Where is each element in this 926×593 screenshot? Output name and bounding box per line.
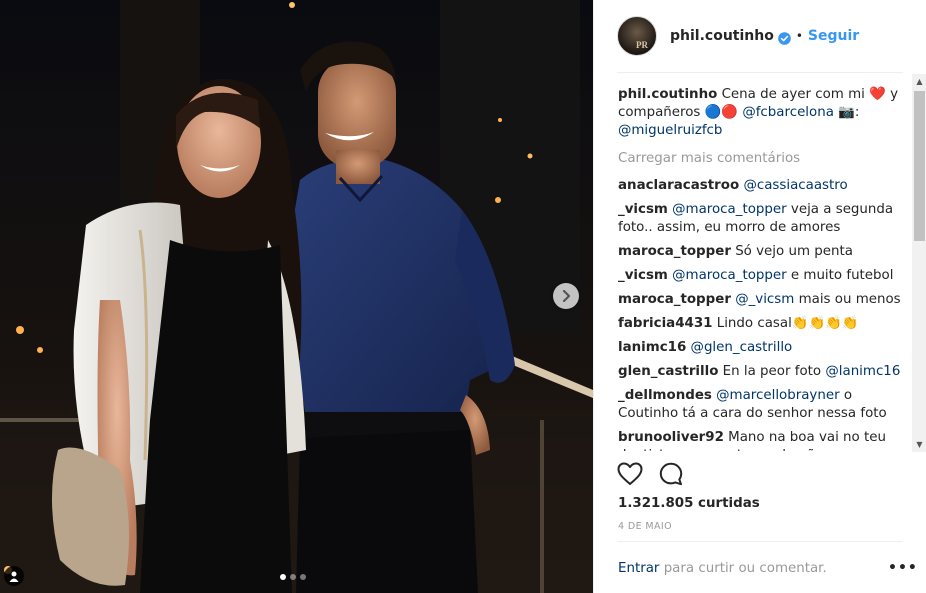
comment-username[interactable]: glen_castrillo bbox=[618, 364, 718, 379]
heart-emoji: ❤️ bbox=[869, 87, 886, 102]
caption-mention-photographer[interactable]: @miguelruizfcb bbox=[618, 123, 722, 138]
camera-emoji: 📷 bbox=[838, 105, 855, 120]
comment-mention[interactable]: @_vicsm bbox=[735, 292, 794, 307]
comment-text: mais ou menos bbox=[798, 292, 901, 307]
scroll-up-arrow-icon[interactable]: ▲ bbox=[912, 74, 926, 89]
post-date[interactable]: 4 DE MAIO bbox=[618, 521, 672, 532]
header-separator: • bbox=[795, 29, 803, 43]
list-item: lanimc16 @glen_castrillo bbox=[618, 339, 906, 357]
post-header: PR phil.coutinho • Seguir bbox=[594, 0, 926, 72]
comment-mention[interactable]: @glen_castrillo bbox=[691, 340, 793, 355]
caption-username[interactable]: phil.coutinho bbox=[618, 87, 717, 102]
comment-text: e muito futebol bbox=[790, 268, 894, 283]
red-circle-emoji: 🔴 bbox=[721, 105, 739, 120]
carousel-dot bbox=[300, 574, 306, 580]
comment-username[interactable]: _dellmondes bbox=[618, 388, 712, 403]
comment-button[interactable] bbox=[659, 462, 683, 490]
verified-badge-icon bbox=[778, 30, 791, 45]
post-side-panel: PR phil.coutinho • Seguir phil.coutinho … bbox=[593, 0, 926, 593]
login-prompt-text: para curtir ou comentar. bbox=[663, 561, 827, 576]
list-item: _dellmondes @marcellobrayner o Coutinho … bbox=[618, 387, 906, 423]
heart-icon bbox=[617, 462, 643, 485]
post-actions bbox=[617, 462, 683, 490]
login-link[interactable]: Entrar bbox=[618, 561, 659, 576]
comment-username[interactable]: maroca_topper bbox=[618, 244, 731, 259]
list-item: maroca_topper Só vejo um penta bbox=[618, 243, 906, 261]
comments-list: phil.coutinho Cena de ayer com mi ❤️ y c… bbox=[618, 86, 906, 451]
comment-username[interactable]: fabricia4431 bbox=[618, 316, 712, 331]
post-photo[interactable] bbox=[0, 0, 593, 593]
comment-text: En la peor foto bbox=[722, 364, 822, 379]
list-item: maroca_topper @_vicsm mais ou menos bbox=[618, 291, 906, 309]
load-more-comments-button[interactable]: Carregar mais comentários bbox=[618, 150, 906, 168]
comment-text: Só vejo um penta bbox=[735, 244, 853, 259]
caption-mention-club[interactable]: @fcbarcelona bbox=[742, 105, 834, 120]
user-tag-button[interactable] bbox=[4, 566, 24, 586]
blue-circle-emoji: 🔵 bbox=[704, 105, 722, 120]
comments-scrollbar[interactable]: ▲ ▼ bbox=[912, 74, 926, 452]
header-divider bbox=[617, 72, 903, 73]
comment-text: Lindo casal👏👏👏👏 bbox=[716, 316, 859, 331]
follow-button[interactable]: Seguir bbox=[808, 28, 859, 44]
comment-username[interactable]: brunooliver92 bbox=[618, 430, 724, 445]
comment-mention[interactable]: @marcellobrayner bbox=[716, 388, 839, 403]
carousel-dot-active bbox=[280, 574, 286, 580]
more-options-button[interactable]: ••• bbox=[888, 560, 918, 576]
list-item: _vicsm @maroca_topper e muito futebol bbox=[618, 267, 906, 285]
avatar[interactable]: PR bbox=[617, 16, 657, 56]
login-prompt: Entrar para curtir ou comentar. bbox=[618, 561, 827, 576]
user-tag-icon bbox=[9, 567, 19, 586]
comment-mention[interactable]: @cassiacaastro bbox=[743, 178, 847, 193]
scroll-down-arrow-icon[interactable]: ▼ bbox=[912, 437, 926, 452]
comment-mention[interactable]: @maroca_topper bbox=[672, 202, 787, 217]
list-item: fabricia4431 Lindo casal👏👏👏👏 bbox=[618, 315, 906, 333]
caption-text-before: Cena de ayer com mi bbox=[721, 87, 865, 102]
next-photo-button[interactable] bbox=[553, 283, 579, 309]
caption: phil.coutinho Cena de ayer com mi ❤️ y c… bbox=[618, 86, 906, 140]
caption-colon: : bbox=[854, 105, 860, 120]
comment-username[interactable]: _vicsm bbox=[618, 268, 668, 283]
footer-divider bbox=[617, 541, 903, 542]
carousel-dot bbox=[290, 574, 296, 580]
comment-username[interactable]: maroca_topper bbox=[618, 292, 731, 307]
carousel-indicator bbox=[280, 574, 306, 580]
comment-mention[interactable]: @lanimc16 bbox=[825, 364, 900, 379]
comment-icon bbox=[659, 462, 683, 486]
list-item: _vicsm @maroca_topper veja a segunda fot… bbox=[618, 201, 906, 237]
photo-scene bbox=[0, 0, 593, 593]
comment-username[interactable]: anaclaracastroo bbox=[618, 178, 739, 193]
comment-username[interactable]: _vicsm bbox=[618, 202, 668, 217]
comment-mention[interactable]: @maroca_topper bbox=[672, 268, 787, 283]
chevron-right-icon bbox=[561, 287, 571, 306]
list-item: anaclaracastroo @cassiacaastro bbox=[618, 177, 906, 195]
header-username[interactable]: phil.coutinho bbox=[670, 28, 774, 44]
likes-count[interactable]: 1.321.805 curtidas bbox=[618, 496, 760, 511]
like-button[interactable] bbox=[617, 462, 643, 490]
list-item: glen_castrillo En la peor foto @lanimc16 bbox=[618, 363, 906, 381]
list-item: brunooliver92 Mano na boa vai no teu den… bbox=[618, 429, 906, 451]
scrollbar-thumb[interactable] bbox=[914, 91, 925, 241]
comment-username[interactable]: lanimc16 bbox=[618, 340, 686, 355]
avatar-letters: PR bbox=[636, 40, 648, 50]
